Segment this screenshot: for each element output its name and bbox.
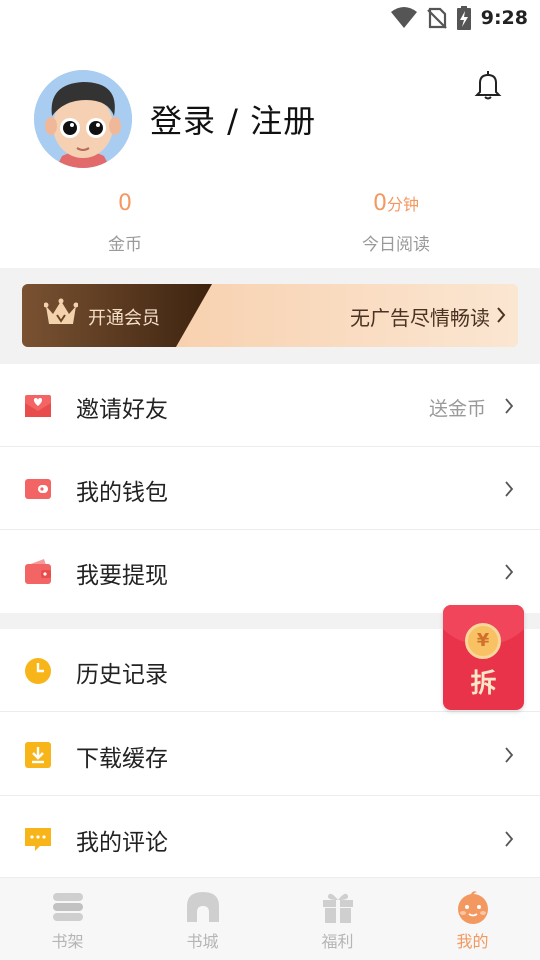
avatar[interactable] [34, 70, 132, 168]
menu-item-label: 历史记录 [76, 662, 168, 688]
login-register-link[interactable]: 登录 / 注册 [150, 96, 316, 142]
reading-time-label: 今日阅读 [362, 235, 430, 255]
tab-label: 福利 [321, 932, 354, 951]
cartoon-face-avatar [34, 70, 132, 168]
chevron-right-icon [505, 398, 514, 414]
crown-icon [44, 298, 78, 324]
no-sim-icon [426, 7, 447, 29]
profile-face-icon [458, 891, 488, 924]
menu-item-withdraw[interactable]: 我要提现 [0, 530, 540, 613]
chevron-right-icon [497, 307, 506, 323]
battery-charging-icon [456, 6, 471, 30]
menu-item-label: 下载缓存 [76, 746, 168, 772]
chevron-right-icon [505, 747, 514, 763]
chevron-right-icon [505, 564, 514, 580]
invite-envelope-icon [25, 395, 51, 417]
menu-item-invite-friends[interactable]: 邀请好友 送金币 [0, 364, 540, 447]
withdraw-wallet-icon [25, 559, 51, 584]
open-vip-label: 开通会员 [88, 308, 160, 329]
menu-item-extra: 送金币 [428, 398, 486, 420]
vip-promo-text: 无广告尽情畅读 [350, 306, 490, 330]
status-bar: 9:28 [0, 0, 540, 36]
bookshelf-icon [53, 893, 83, 921]
reading-time-value: 0 [372, 191, 387, 216]
tab-welfare[interactable]: 福利 [270, 878, 405, 960]
red-packet-button[interactable]: ¥ 拆 [443, 605, 524, 710]
tab-label: 我的 [456, 932, 489, 951]
gift-icon [323, 893, 353, 923]
menu-item-label: 邀请好友 [76, 397, 168, 423]
clock-icon [25, 658, 51, 684]
reading-time-stat[interactable]: 0分钟 今日阅读 [306, 188, 486, 255]
bell-icon[interactable] [474, 70, 502, 100]
tab-label: 书城 [186, 932, 219, 951]
coins-label: 金币 [108, 235, 142, 255]
coins-value: 0 [118, 191, 132, 216]
coin-icon: ¥ [465, 623, 501, 659]
reading-time-unit: 分钟 [386, 195, 419, 214]
coins-stat[interactable]: 0 金币 [35, 188, 215, 255]
red-packet-label: 拆 [470, 669, 497, 699]
wallet-icon [25, 479, 51, 499]
download-icon [25, 742, 51, 768]
menu-item-label: 我要提现 [76, 563, 168, 589]
tab-mine[interactable]: 我的 [405, 878, 540, 960]
menu-item-label: 我的钱包 [76, 480, 168, 506]
chevron-right-icon [505, 831, 514, 847]
chevron-right-icon [505, 481, 514, 497]
menu-item-label: 我的评论 [76, 830, 168, 856]
wifi-icon [390, 7, 417, 28]
bookstore-icon [187, 892, 219, 922]
menu-item-downloads[interactable]: 下载缓存 [0, 713, 540, 796]
comment-icon [25, 828, 51, 851]
vip-banner[interactable]: 开通会员 无广告尽情畅读 [22, 284, 518, 347]
tab-label: 书架 [51, 932, 84, 951]
status-time: 9:28 [480, 7, 528, 29]
bottom-tab-bar: 书架 书城 福利 我的 [0, 877, 540, 960]
tab-bookstore[interactable]: 书城 [135, 878, 270, 960]
menu-item-my-wallet[interactable]: 我的钱包 [0, 447, 540, 530]
tab-bookshelf[interactable]: 书架 [0, 878, 135, 960]
menu-item-comments[interactable]: 我的评论 [0, 797, 540, 880]
